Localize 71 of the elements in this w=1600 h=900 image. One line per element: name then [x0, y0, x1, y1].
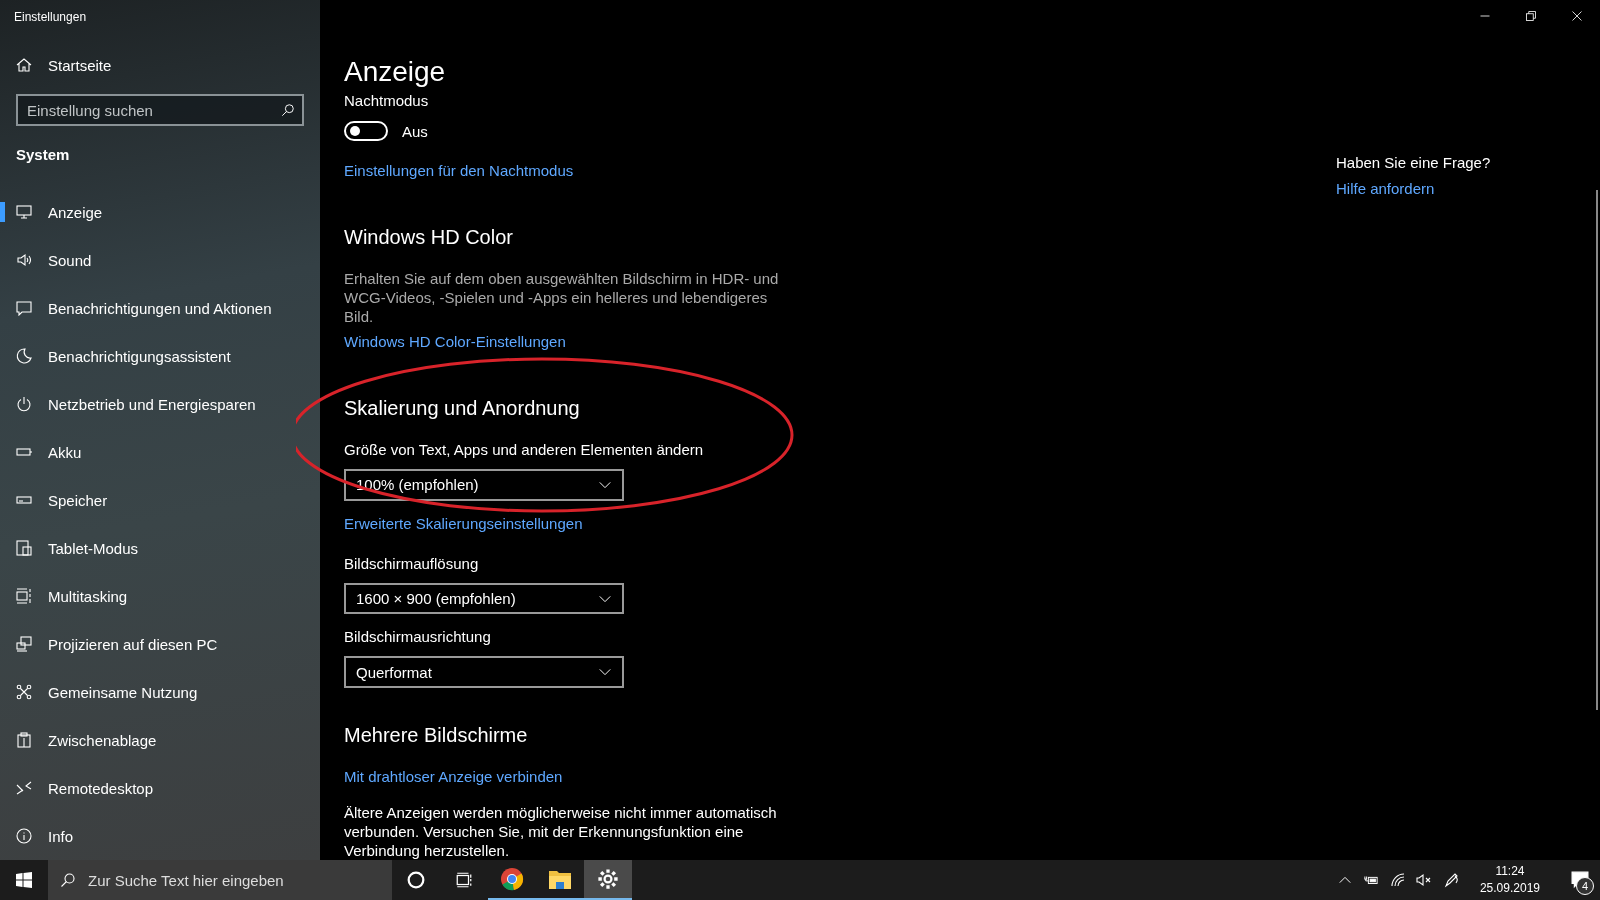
toggle-switch[interactable] — [344, 121, 388, 141]
scrollbar[interactable] — [1596, 190, 1598, 710]
sidebar-item[interactable]: Benachrichtigungen und Aktionen — [0, 284, 320, 332]
description-text: Erhalten Sie auf dem oben ausgewählten Bildschirm in HDR- und WCG-Videos, -Spielen und -Apps ein helleres und lebendigeres Bild. — [344, 269, 780, 326]
setting-label: Bildschirmauflösung — [344, 553, 479, 574]
taskbar-search-field[interactable]: Zur Suche Text hier eingeben — [48, 860, 392, 900]
sidebar-item[interactable]: Info — [0, 812, 320, 860]
help-question: Haben Sie eine Frage? — [1336, 154, 1491, 171]
settings-link[interactable]: Mit drahtloser Anzeige verbinden — [344, 767, 563, 787]
section-heading: Mehrere Bildschirme — [344, 723, 528, 748]
clock-time: 11:24 — [1495, 863, 1525, 880]
browser-logo-icon — [500, 867, 524, 891]
clock-date: 25.09.2019 — [1479, 880, 1540, 897]
multitasking-icon — [16, 588, 32, 604]
sidebar-item[interactable]: Remotedesktop — [0, 764, 320, 812]
search-icon — [281, 103, 295, 118]
circle-icon — [407, 871, 425, 889]
restore-icon — [1525, 10, 1537, 22]
sidebar-item[interactable]: Akku — [0, 428, 320, 476]
sidebar-item[interactable]: Gemeinsame Nutzung — [0, 668, 320, 716]
monitor-icon — [16, 204, 32, 220]
section-title: System — [16, 146, 71, 164]
tablet-icon — [16, 540, 32, 556]
sidebar-item[interactable]: Projizieren auf diesen PC — [0, 620, 320, 668]
home-icon — [16, 57, 32, 74]
page-title: Anzeige — [344, 56, 446, 88]
setting-label: Bildschirmausrichtung — [344, 627, 491, 648]
dropdown[interactable]: 1600 × 900 (empfohlen) — [344, 582, 624, 615]
task-view-icon — [455, 871, 473, 889]
settings-link[interactable]: Einstellungen für den Nachtmodus — [344, 161, 574, 181]
home-link[interactable]: Startseite — [16, 54, 112, 77]
setting-label: Größe von Text, Apps und anderen Elementen ändern — [344, 440, 704, 460]
folder-icon — [548, 868, 572, 890]
settings-link[interactable]: Windows HD Color-Einstellungen — [344, 332, 566, 352]
sidebar-item[interactable]: Netzbetrieb und Energiesparen — [0, 380, 320, 428]
description-text: Ältere Anzeigen werden möglicherweise nicht immer automatisch verbunden. Versuchen Sie, mit der Erkennungsfunktion eine Verbindung herzustellen. — [344, 803, 778, 860]
sidebar-item[interactable]: Speicher — [0, 476, 320, 524]
search-icon — [60, 872, 76, 888]
projector-screens-icon — [16, 636, 32, 652]
remote-arrows-icon — [16, 780, 32, 796]
action-center-button[interactable]: 4 — [1560, 860, 1600, 900]
section-heading: Skalierung und Anordnung — [344, 396, 580, 421]
dropdown[interactable]: 100% (empfohlen) — [344, 469, 624, 501]
moon-icon — [16, 348, 32, 364]
taskbar-button[interactable] — [584, 860, 632, 900]
speaker-icon — [16, 252, 32, 268]
toggle-state: Aus — [402, 122, 428, 140]
share-nodes-icon — [16, 684, 32, 700]
speech-bubble-icon — [16, 300, 32, 316]
search-field[interactable]: Einstellung suchen — [16, 94, 304, 127]
sidebar-item[interactable]: Sound — [0, 236, 320, 284]
sidebar-item[interactable]: Tablet-Modus — [0, 524, 320, 572]
speaker-muted-icon — [1415, 872, 1432, 888]
notification-count: 4 — [1576, 877, 1594, 895]
windows-logo-icon — [16, 872, 32, 888]
help-link[interactable]: Hilfe anfordern — [1336, 179, 1435, 199]
sidebar-item[interactable]: Multitasking — [0, 572, 320, 620]
info-icon — [16, 828, 32, 844]
section-heading: Windows HD Color — [344, 225, 513, 250]
window-title: Einstellungen — [13, 9, 88, 26]
wifi-icon — [1389, 872, 1406, 888]
dropdown[interactable]: Querformat — [344, 656, 624, 688]
power-icon — [16, 396, 32, 412]
sidebar-item[interactable]: Zwischenablage — [0, 716, 320, 764]
clipboard-icon — [16, 732, 32, 748]
close-icon — [1571, 10, 1583, 22]
sidebar-item[interactable]: Anzeige — [0, 188, 320, 236]
settings-link[interactable]: Erweiterte Skalierungseinstellungen — [344, 513, 583, 534]
sidebar-item[interactable]: Benachrichtigungsassistent — [0, 332, 320, 380]
setting-label: Nachtmodus — [344, 91, 429, 111]
gear-icon — [597, 868, 619, 890]
